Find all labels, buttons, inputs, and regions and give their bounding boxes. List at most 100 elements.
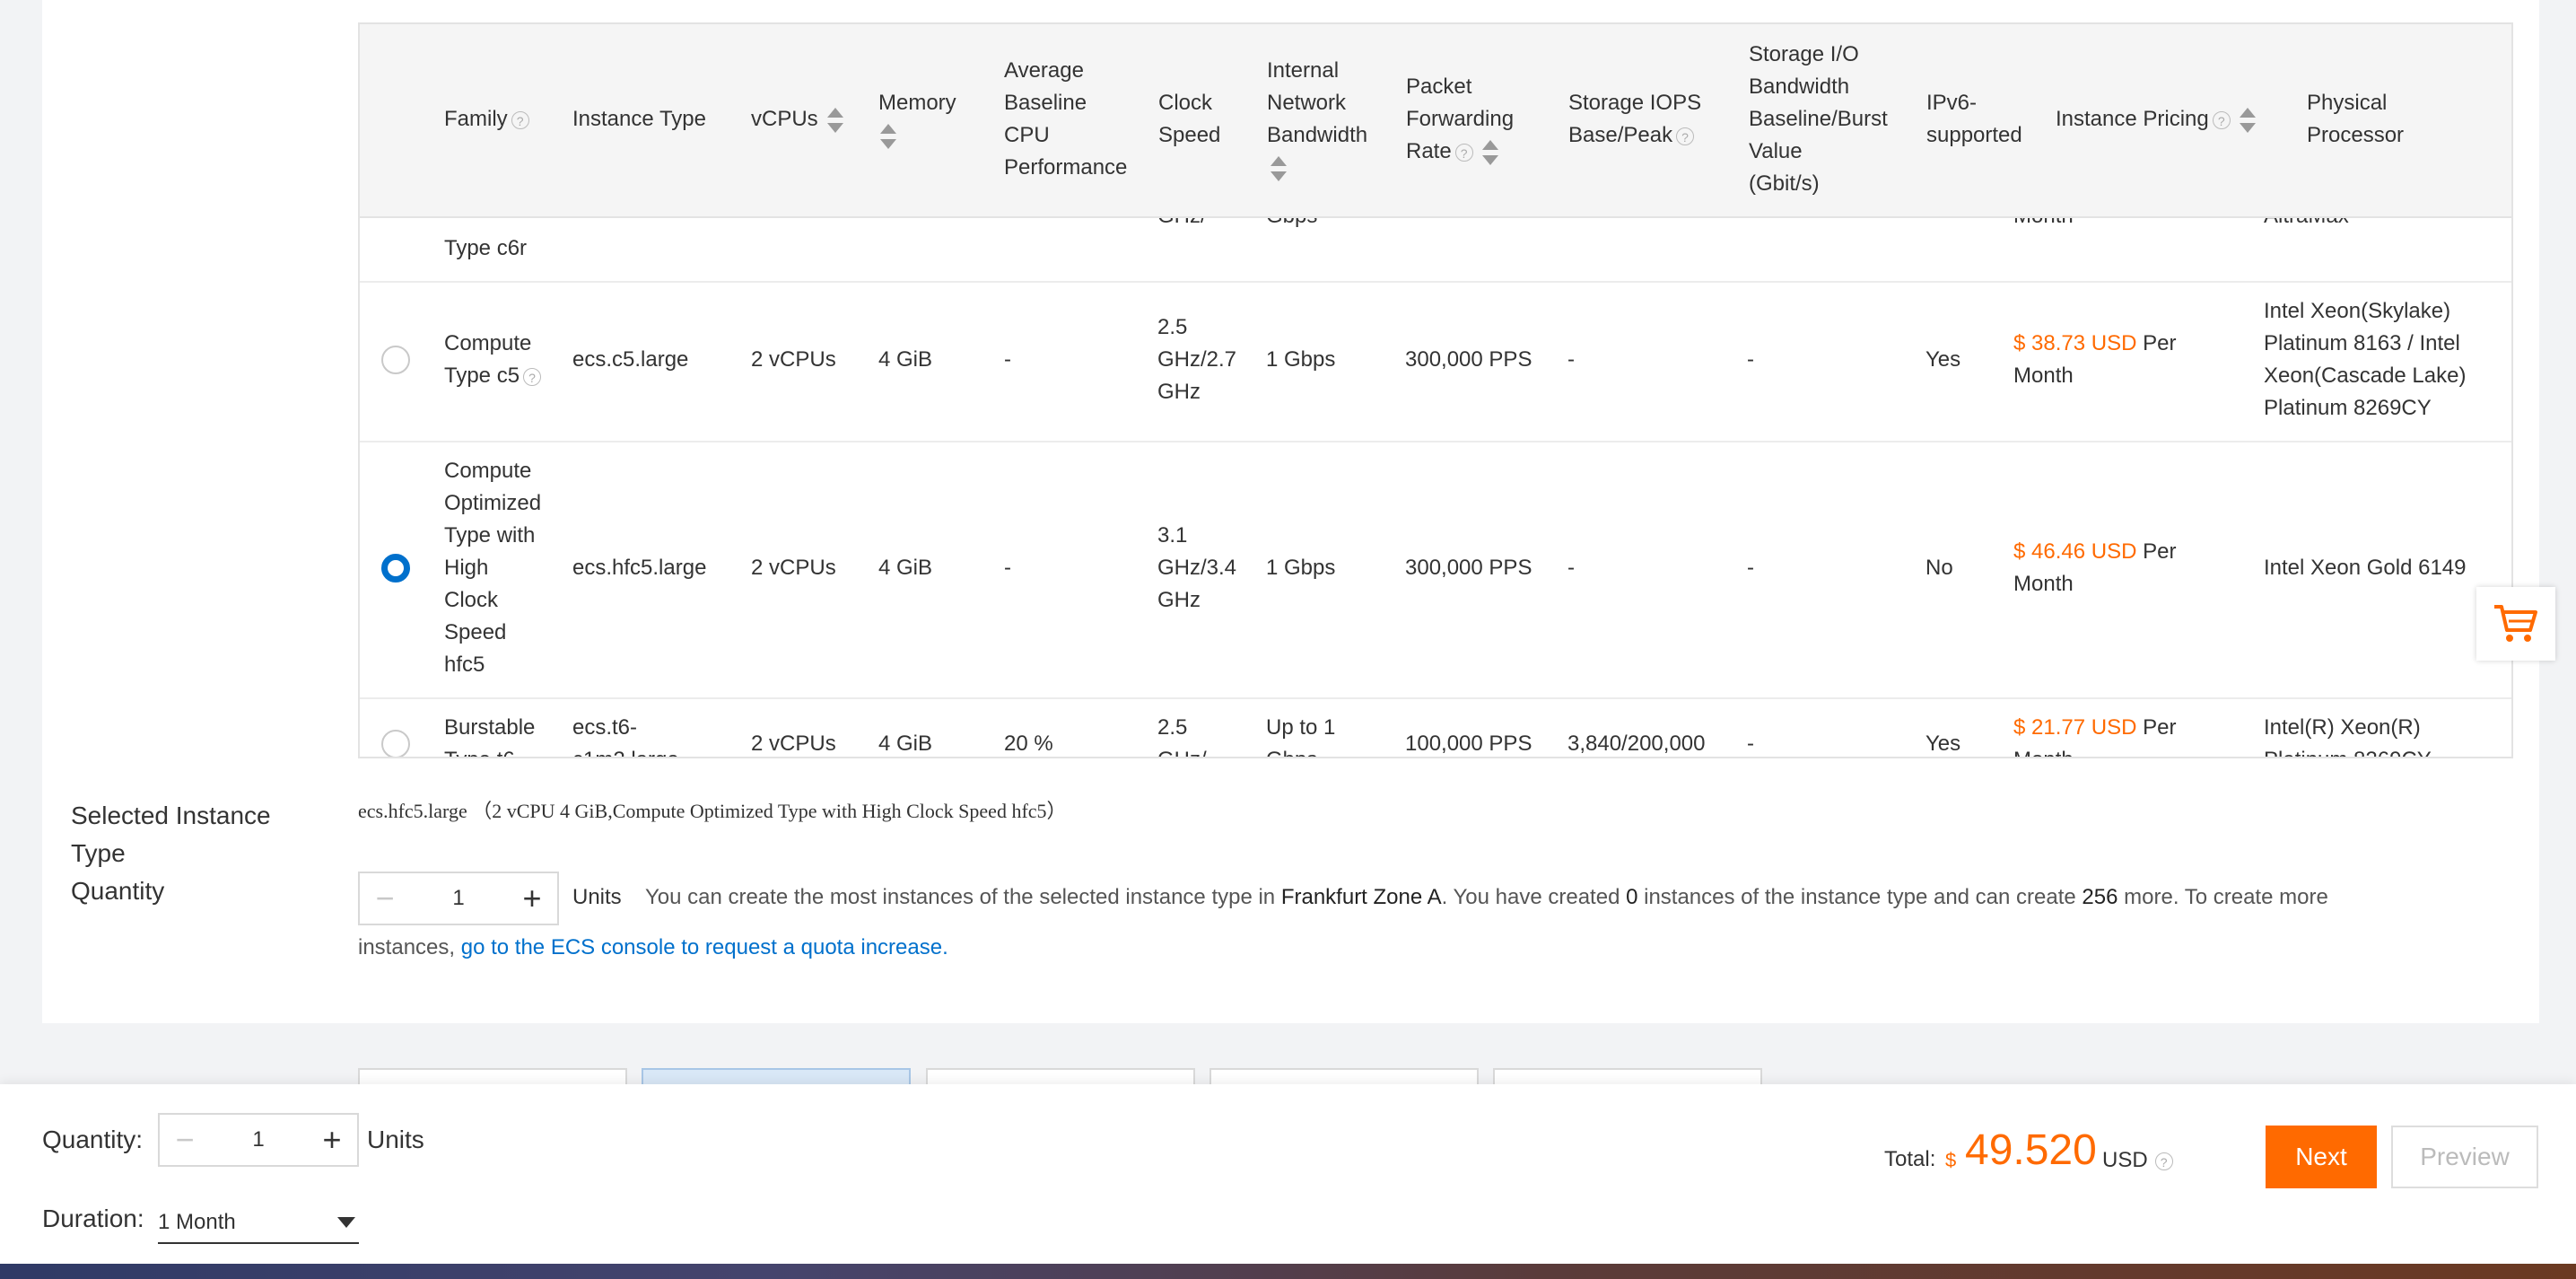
col-vcpus[interactable]: vCPUs [751, 103, 843, 136]
cell-baseline: 20 % [1004, 731, 1053, 756]
selected-instance-label: Selected Instance Type [71, 802, 271, 867]
preview-button[interactable]: Preview [2391, 1126, 2538, 1188]
help-icon[interactable]: ? [2212, 110, 2231, 129]
cell-ipv6: Yes [1925, 731, 1961, 756]
duration-label: Duration: [42, 1205, 144, 1232]
row-radio[interactable] [381, 730, 410, 757]
selected-instance-value: ecs.hfc5.large （2 vCPU 4 GiB,Compute Opt… [358, 800, 1067, 822]
cell-iops: - [1567, 347, 1575, 372]
total-amount: 49.520 [1965, 1126, 2097, 1174]
cell-storage-io: - [1747, 556, 1754, 580]
cell-packet: 300,000 PPS [1405, 556, 1533, 580]
cell-storage-io: - [1747, 347, 1754, 372]
col-instance-pricing[interactable]: Instance Pricing? [2056, 103, 2256, 136]
cell-memory: 4 GiB [878, 556, 933, 580]
col-storage-io-bandwidth: Storage I/O Bandwidth Baseline/Burst Val… [1749, 42, 1888, 196]
cell-baseline: - [1004, 556, 1011, 580]
cell-pricing: $ 46.46 USD Per Month [2013, 539, 2177, 596]
cell-instance-type: ecs.t6- c1m2.large [572, 715, 679, 757]
decrement-button[interactable]: − [360, 873, 410, 924]
cell-processor: Intel Xeon Gold 6149 [2264, 556, 2467, 580]
cell-vcpus: 2 vCPUs [751, 731, 836, 756]
shopping-cart-button[interactable] [2476, 587, 2555, 661]
help-icon[interactable]: ? [1454, 143, 1473, 162]
section-tab[interactable] [926, 1068, 1195, 1086]
chevron-down-icon [337, 1217, 355, 1228]
footer-increment-button[interactable]: + [307, 1115, 357, 1165]
footer-quantity-stepper[interactable]: − 1 + [158, 1113, 359, 1167]
section-tab[interactable] [1209, 1068, 1479, 1086]
cell-iops: - [1567, 556, 1575, 580]
cell-packet: 300,000 PPS [1405, 347, 1533, 372]
sort-icon[interactable] [1481, 139, 1498, 165]
section-tab-active[interactable] [642, 1068, 911, 1086]
sort-icon[interactable] [826, 107, 843, 133]
cell-clock: 3.1 GHz/3.4 GHz [1157, 523, 1237, 612]
cell-pricing: $ 38.73 USD Per Month [2013, 331, 2177, 388]
cell-baseline: - [1004, 347, 1011, 372]
cell-family: Burstable Type t6 [444, 715, 536, 757]
help-icon[interactable]: ? [1676, 127, 1695, 145]
cell-network: 1 Gbps [1266, 347, 1336, 372]
cell-family: Compute Type c5? [444, 328, 542, 392]
cell-family: Type c6r [444, 236, 528, 260]
cart-icon [2494, 605, 2537, 642]
section-tab[interactable] [1493, 1068, 1762, 1086]
sort-icon[interactable] [1271, 155, 1287, 181]
col-physical-processor: Physical Processor [2307, 91, 2405, 147]
cell-network: 1 Gbps [1266, 556, 1336, 580]
table-row[interactable]: Compute Type c5? ecs.c5.large 2 vCPUs 4 … [360, 281, 2511, 442]
col-baseline-cpu: Average Baseline CPU Performance [1004, 58, 1128, 180]
cell-network: Up to 1 Gbps [1266, 715, 1336, 757]
footer-quantity-label: Quantity: [42, 1126, 144, 1153]
quota-message-cont: instances, go to the ECS console to requ… [358, 935, 948, 959]
row-radio[interactable] [381, 346, 410, 374]
table-row[interactable]: Burstable Type t6 ecs.t6- c1m2.large 2 v… [360, 697, 2511, 757]
quota-increase-link[interactable]: go to the ECS console to request a quota… [461, 935, 948, 959]
footer-quantity-input[interactable]: 1 [210, 1127, 307, 1152]
order-summary-bar [0, 1084, 2576, 1266]
col-storage-iops: Storage IOPS Base/Peak? [1568, 91, 1702, 147]
quantity-stepper[interactable]: − 1 + [358, 872, 559, 925]
increment-button[interactable]: + [507, 873, 557, 924]
section-tab[interactable] [358, 1068, 627, 1086]
help-icon[interactable]: ? [2154, 1152, 2173, 1170]
total-currency: $ [1945, 1149, 1957, 1171]
col-memory[interactable]: Memory [878, 87, 956, 152]
cell-packet: 100,000 PPS [1405, 731, 1533, 756]
cell-iops: 3,840/200,000 [1567, 731, 1706, 756]
footer-decrement-button[interactable]: − [160, 1115, 210, 1165]
duration-select[interactable]: 1 Month [158, 1203, 359, 1244]
cell-family: Compute Optimized Type with High Clock S… [444, 459, 542, 677]
cell-ipv6: Yes [1925, 347, 1961, 372]
cell-instance-type: ecs.c5.large [572, 347, 689, 372]
col-ipv6: IPv6- supported [1926, 91, 2022, 147]
total-label: Total: [1884, 1147, 1936, 1171]
col-instance-type: Instance Type [572, 107, 706, 131]
col-network-bandwidth[interactable]: Internal Network Bandwidth [1267, 55, 1367, 184]
cell-processor: Intel(R) Xeon(R) Platinum 8269CY [2264, 715, 2432, 757]
sort-icon[interactable] [2239, 107, 2256, 133]
desktop-background-strip [0, 1264, 2576, 1279]
help-icon[interactable]: ? [511, 110, 529, 129]
cell-pricing: $ 21.77 USD Per Month [2013, 715, 2177, 757]
quantity-label: Quantity [71, 877, 165, 905]
quota-message: Units You can create the most instances … [572, 885, 2328, 909]
cell-ipv6: No [1925, 556, 1953, 580]
cell-vcpus: 2 vCPUs [751, 347, 836, 372]
help-icon[interactable]: ? [523, 367, 542, 386]
col-family[interactable]: Family? [444, 103, 529, 136]
cell-memory: 4 GiB [878, 347, 933, 372]
cell-memory: 4 GiB [878, 731, 933, 756]
table-row-selected[interactable]: Compute Optimized Type with High Clock S… [360, 441, 2511, 699]
quantity-input[interactable]: 1 [410, 886, 507, 911]
table-header: Family? Instance Type vCPUs Memory Avera… [360, 24, 2511, 218]
footer-units-label: Units [367, 1126, 424, 1153]
next-button[interactable]: Next [2266, 1126, 2377, 1188]
total-unit: USD? [2102, 1148, 2173, 1173]
row-radio-selected[interactable] [381, 554, 410, 583]
sort-icon[interactable] [880, 123, 896, 149]
instance-type-table: Family? Instance Type vCPUs Memory Avera… [358, 22, 2513, 758]
cell-instance-type: ecs.hfc5.large [572, 556, 707, 580]
col-packet-rate[interactable]: Packet Forwarding Rate? [1406, 71, 1514, 168]
